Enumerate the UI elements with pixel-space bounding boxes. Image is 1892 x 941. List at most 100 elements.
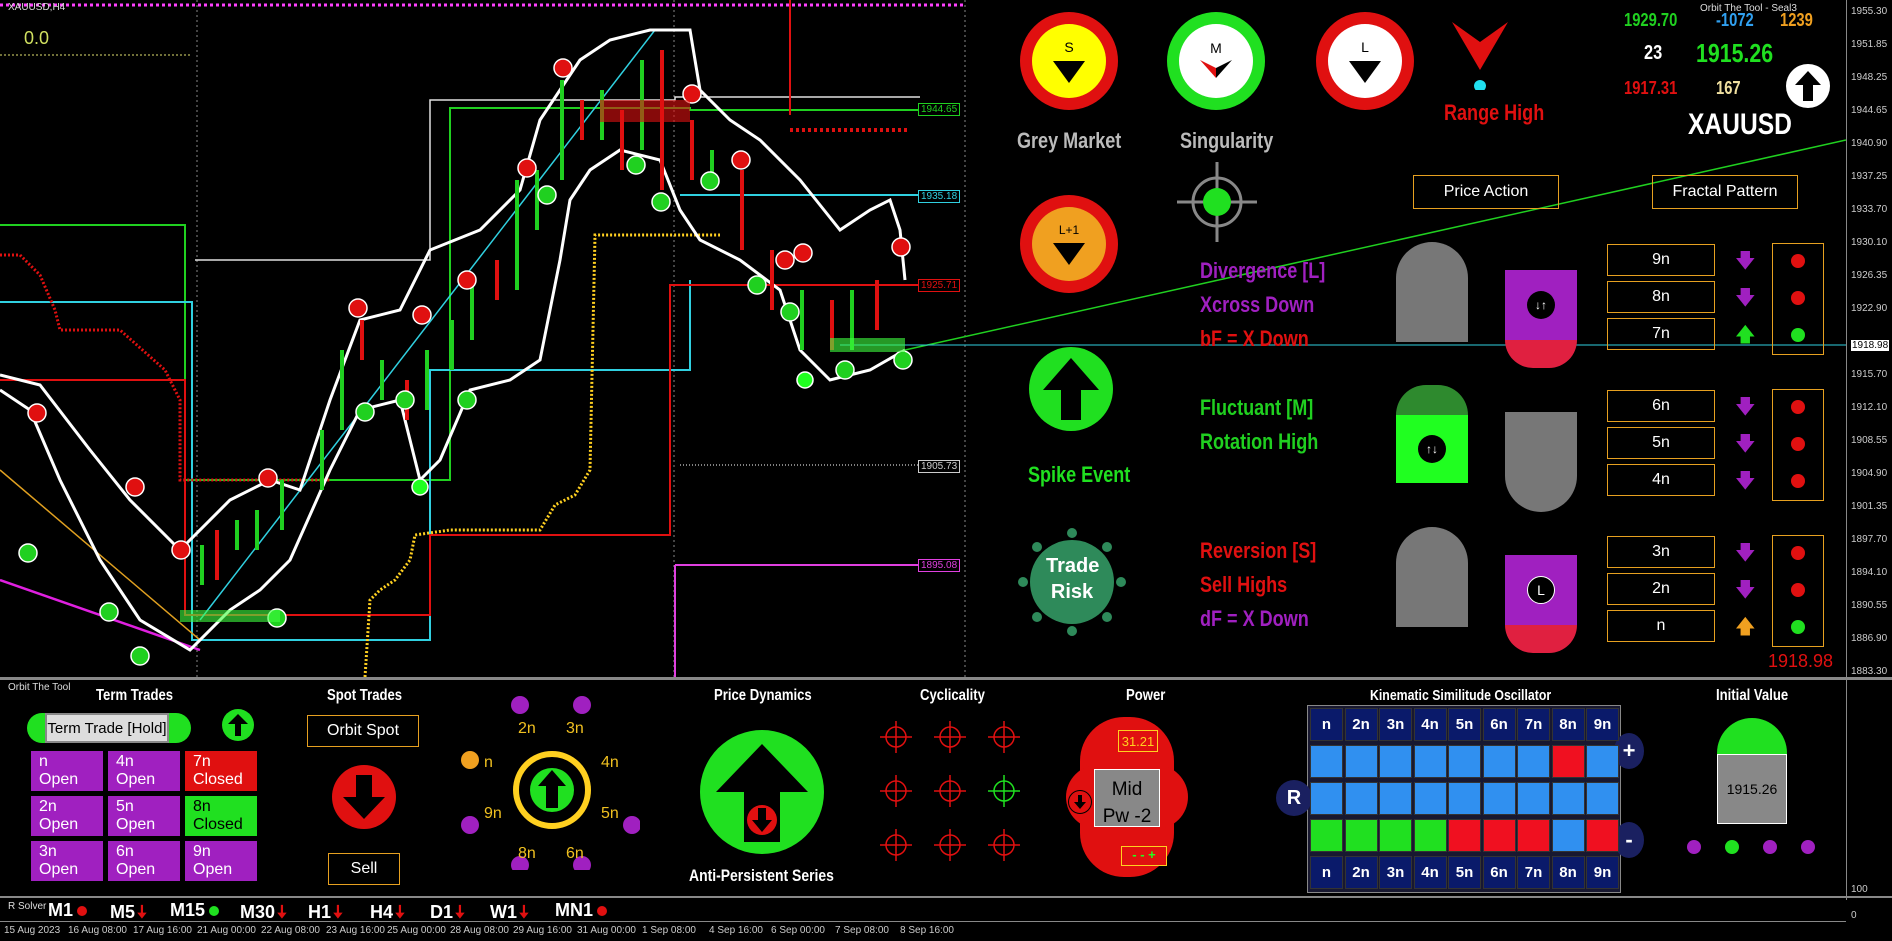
fractal-9n[interactable]: 9n	[1607, 244, 1715, 276]
kso-cell	[1413, 782, 1447, 815]
timeframe-mn1[interactable]: MN1	[555, 900, 608, 921]
price-dynamics-up-icon[interactable]	[700, 730, 824, 854]
timeframe-m1[interactable]: M1	[48, 900, 88, 921]
timeframe-label: W1	[490, 902, 517, 922]
price-axis-label: 1904.90	[1851, 468, 1888, 479]
up-arrow-icon: 🡅	[1735, 324, 1756, 346]
kso-cell	[1551, 782, 1585, 815]
price-axis-current: 1918.98	[1851, 340, 1890, 351]
badge-s[interactable]: S	[1020, 12, 1118, 110]
kso-cell	[1379, 819, 1412, 852]
down-arrow-icon: 🠇	[455, 902, 465, 922]
kso-cell	[1482, 819, 1516, 852]
pill-grey-1	[1396, 242, 1468, 342]
term-trade-cell-4n[interactable]: 4n Open	[107, 750, 181, 792]
stat-g: 167	[1716, 78, 1741, 98]
pill-green: ↑↓	[1396, 385, 1468, 483]
kso-cell	[1379, 782, 1412, 815]
badge-m[interactable]: M	[1167, 12, 1265, 110]
chevron-down-icon	[1349, 61, 1381, 83]
signal-rotation: Rotation High	[1200, 429, 1319, 454]
down-arrow-icon: 🠇	[277, 902, 287, 922]
term-trade-hold-button[interactable]: Term Trade [Hold]	[45, 713, 169, 743]
time-axis-label: 6 Sep 00:00	[771, 925, 825, 936]
fractal-5n[interactable]: 5n	[1607, 427, 1715, 459]
kso-header-bottom: 9n	[1586, 856, 1619, 889]
kso-cell	[1517, 782, 1550, 815]
price-axis-label: 1915.70	[1851, 369, 1888, 380]
sell-down-arrow-icon[interactable]	[332, 765, 396, 829]
term-trade-cell-3n[interactable]: 3n Open	[30, 840, 104, 882]
panel-separator-2[interactable]	[0, 896, 1892, 898]
orbit-dial-svg	[461, 696, 640, 870]
fractal-pattern-button[interactable]: Fractal Pattern	[1652, 175, 1798, 209]
term-trade-cell-6n[interactable]: 6n Open	[107, 840, 181, 882]
dial-label-3n: 3n	[566, 720, 584, 737]
fractal-4n[interactable]: 4n	[1607, 464, 1715, 496]
fractal-3n[interactable]: 3n	[1607, 536, 1715, 568]
price-dynamics-title: Price Dynamics	[714, 687, 812, 704]
badge-l-plus-one[interactable]: L+1	[1020, 195, 1118, 293]
sub-axis-label: 100	[1851, 884, 1868, 895]
dial-label-4n: 4n	[601, 754, 619, 771]
panel-separator[interactable]	[0, 677, 1892, 680]
main-chart[interactable]: XAUUSD,H4 0.0 1944.65 1935.18 1925.71 19…	[0, 0, 1846, 677]
initial-value-box: 1915.26	[1717, 754, 1787, 824]
spike-event-label: Spike Event	[1028, 462, 1131, 487]
kso-cell	[1586, 782, 1619, 815]
cell-status: Closed	[193, 816, 243, 833]
spike-event-icon[interactable]	[1029, 347, 1113, 431]
price-axis-label: 1912.10	[1851, 402, 1888, 413]
timeframe-label: M5	[110, 902, 136, 922]
badge-m-label: Singularity	[1180, 128, 1274, 153]
hold-right-green	[169, 713, 191, 743]
symbol-label: XAUUSD	[1688, 108, 1792, 141]
dial-label-8n: 8n	[518, 845, 536, 862]
kso-r-button[interactable]: R	[1276, 780, 1312, 816]
time-axis-label: 4 Sep 16:00	[709, 925, 763, 936]
fractal-8n[interactable]: 8n	[1607, 281, 1715, 313]
signal-bf: bF = X Down	[1200, 326, 1309, 351]
light-frame-3	[1772, 535, 1824, 647]
price-tag-1925: 1925.71	[918, 279, 961, 292]
cell-label: 9n	[193, 843, 211, 860]
badge-m-letter: M	[1210, 40, 1222, 56]
iv-dot	[1801, 840, 1815, 854]
price-action-button[interactable]: Price Action	[1413, 175, 1559, 209]
fractal-7n[interactable]: 7n	[1607, 318, 1715, 350]
sub-axis-label: 0	[1851, 910, 1857, 921]
up-arrow-icon[interactable]	[222, 709, 254, 741]
sell-button[interactable]: Sell	[328, 853, 400, 885]
term-trade-cell-5n[interactable]: 5n Open	[107, 795, 181, 837]
up-arrow-icon: 🡅	[1735, 616, 1756, 638]
badge-l-letter: L	[1361, 39, 1369, 55]
pill-letter: L	[1527, 576, 1555, 604]
term-trade-cell-n[interactable]: n Open	[30, 750, 104, 792]
term-trade-cell-7n[interactable]: 7n Closed	[184, 750, 258, 792]
term-trade-cell-2n[interactable]: 2n Open	[30, 795, 104, 837]
term-trade-cell-9n[interactable]: 9n Open	[184, 840, 258, 882]
cell-label: 8n	[193, 798, 211, 815]
orbit-spot-button[interactable]: Orbit Spot	[307, 715, 419, 747]
down-arrow-icon: 🠇	[333, 902, 343, 922]
trade-risk-label: Trade Risk	[1046, 555, 1100, 603]
stat-b: -1072	[1716, 10, 1754, 30]
price-axis-label: 1944.65	[1851, 105, 1888, 116]
timeframe-m15[interactable]: M15	[170, 900, 220, 921]
stat-a: 1929.70	[1624, 10, 1678, 30]
kso-header-top: n	[1310, 708, 1343, 741]
term-trade-cell-8n[interactable]: 8n Closed	[184, 795, 258, 837]
term-trades-title: Term Trades	[96, 687, 174, 704]
swap-icon: ↑↓	[1418, 435, 1446, 463]
price-axis-label: 1937.25	[1851, 171, 1888, 182]
badge-l[interactable]: L	[1316, 12, 1414, 110]
cell-status: Open	[39, 771, 79, 788]
fractal-n[interactable]: n	[1607, 610, 1715, 642]
down-arrow-icon: 🠇	[395, 902, 405, 922]
fractal-6n[interactable]: 6n	[1607, 390, 1715, 422]
dial-label-6n: 6n	[566, 845, 584, 862]
time-axis-label: 16 Aug 08:00	[68, 925, 127, 936]
up-arrow-icon[interactable]	[1786, 64, 1830, 108]
status-dot-icon	[209, 906, 220, 917]
fractal-2n[interactable]: 2n	[1607, 573, 1715, 605]
